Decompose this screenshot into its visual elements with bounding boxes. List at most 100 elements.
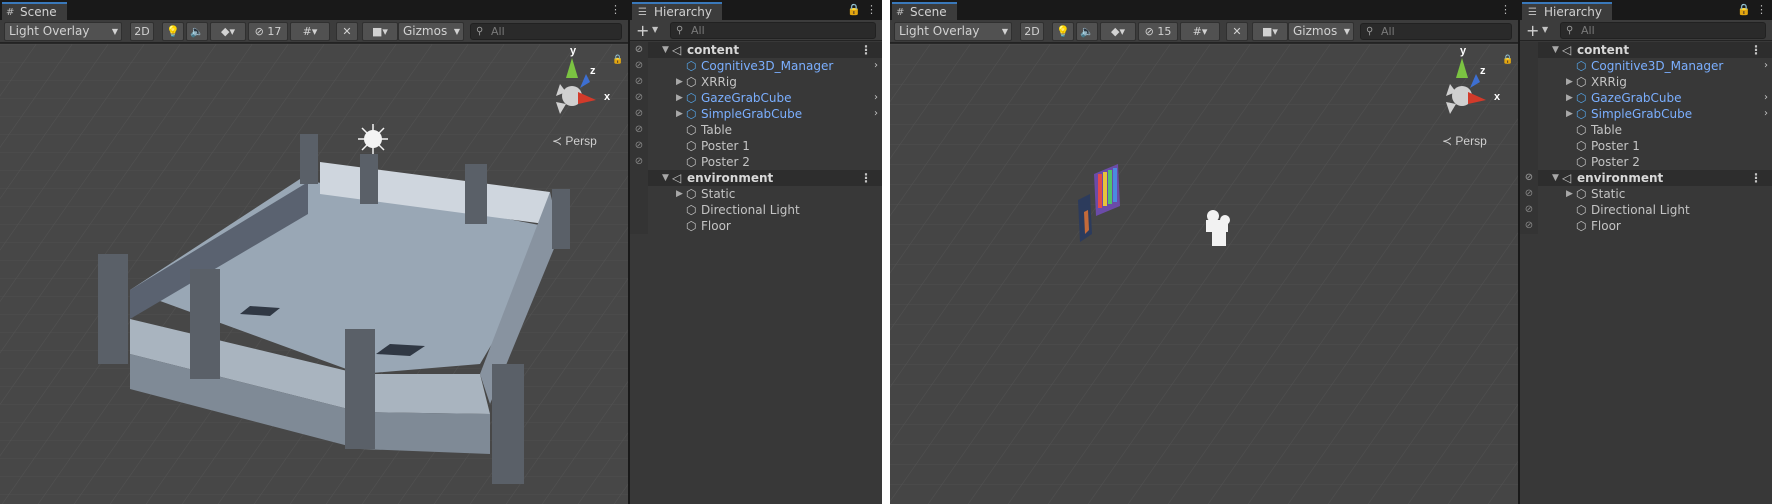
hierarchy-object-row[interactable]: ⊘ ▶ ⬡ Static [1520, 186, 1772, 202]
tab-menu-icon[interactable]: ⋮ [1500, 3, 1511, 16]
fold-expanded-icon[interactable]: ▼ [662, 42, 669, 58]
scene-menu-icon[interactable]: ⋮ [1750, 42, 1762, 58]
scene-menu-icon[interactable]: ⋮ [860, 42, 872, 58]
fold-expanded-icon[interactable]: ▼ [1552, 42, 1559, 58]
eye-slash-icon[interactable]: ⊘ [631, 106, 647, 122]
add-icon[interactable]: + [636, 21, 649, 40]
visibility-gutter[interactable] [1520, 90, 1538, 106]
prefab-open-arrow-icon[interactable]: › [1764, 106, 1768, 122]
chevron-down-icon[interactable]: ▼ [652, 25, 658, 34]
eye-slash-icon[interactable]: ⊘ [631, 42, 647, 58]
camera-dropdown[interactable]: ■▾ [362, 22, 398, 41]
fold-collapsed-icon[interactable]: ▶ [676, 186, 683, 202]
tools-button[interactable]: ✕ [1226, 22, 1248, 41]
2d-toggle-button[interactable]: 2D [130, 22, 154, 41]
scene-menu-icon[interactable]: ⋮ [860, 170, 872, 186]
camera-dropdown[interactable]: ■▾ [1252, 22, 1288, 41]
hierarchy-object-row[interactable]: ⬡ Table [1520, 122, 1772, 138]
eye-slash-icon[interactable]: ⊘ [1521, 170, 1537, 186]
prefab-open-arrow-icon[interactable]: › [1764, 90, 1768, 106]
visibility-gutter[interactable] [1520, 74, 1538, 90]
hidden-objects-toggle[interactable]: ⊘ 17 [248, 22, 288, 41]
eye-slash-icon[interactable]: ⊘ [631, 58, 647, 74]
eye-slash-icon[interactable]: ⊘ [1521, 186, 1537, 202]
gizmos-dropdown[interactable]: Gizmos ▼ [398, 22, 464, 41]
hierarchy-search-input[interactable]: ⚲ All [1560, 22, 1766, 39]
tab-menu-icon[interactable]: ⋮ [866, 3, 877, 16]
fold-collapsed-icon[interactable]: ▶ [1566, 186, 1573, 202]
hierarchy-object-row[interactable]: ⬡ Directional Light [630, 202, 882, 218]
eye-slash-icon[interactable]: ⊘ [1521, 202, 1537, 218]
lighting-toggle-button[interactable]: 💡 [1052, 22, 1074, 41]
visibility-gutter[interactable] [630, 202, 648, 218]
audio-toggle-button[interactable]: 🔈 [1076, 22, 1098, 41]
draw-mode-dropdown[interactable]: Light Overlay ▼ [4, 22, 122, 41]
hierarchy-object-row[interactable]: ▶ ⬡ SimpleGrabCube › [1520, 106, 1772, 122]
lock-icon[interactable]: 🔒 [612, 54, 623, 65]
hierarchy-tab[interactable]: ☰ Hierarchy [632, 2, 723, 20]
hierarchy-scene-row[interactable]: ▼ ◁ content ⋮ [1520, 42, 1772, 58]
fold-collapsed-icon[interactable]: ▶ [1566, 106, 1573, 122]
lock-icon[interactable]: 🔒 [1737, 3, 1751, 16]
scene-viewport[interactable]: y z x 🔒 ≺ Persp [0, 44, 628, 504]
hierarchy-object-row[interactable]: ⊘ ▶ ⬡ XRRig [630, 74, 882, 90]
visibility-gutter[interactable] [1520, 154, 1538, 170]
eye-slash-icon[interactable]: ⊘ [631, 154, 647, 170]
hierarchy-scene-row[interactable]: ⊘ ▼ ◁ content ⋮ [630, 42, 882, 58]
tools-button[interactable]: ✕ [336, 22, 358, 41]
eye-slash-icon[interactable]: ⊘ [631, 74, 647, 90]
scene-viewport[interactable]: y z x 🔒 ≺ Persp [890, 44, 1518, 504]
hierarchy-object-row[interactable]: ⊘ ⬡ Floor [1520, 218, 1772, 234]
prefab-open-arrow-icon[interactable]: › [874, 90, 878, 106]
scene-search-input[interactable]: ⚲ All [1360, 23, 1512, 40]
effects-dropdown[interactable]: ◆▾ [210, 22, 246, 41]
add-icon[interactable]: + [1526, 21, 1539, 40]
persp-label[interactable]: ≺ Persp [552, 134, 597, 148]
hierarchy-object-row[interactable]: ⊘ ⬡ Table [630, 122, 882, 138]
audio-toggle-button[interactable]: 🔈 [186, 22, 208, 41]
eye-slash-icon[interactable]: ⊘ [631, 122, 647, 138]
fold-collapsed-icon[interactable]: ▶ [1566, 74, 1573, 90]
prefab-open-arrow-icon[interactable]: › [874, 58, 878, 74]
fold-collapsed-icon[interactable]: ▶ [1566, 90, 1573, 106]
visibility-gutter[interactable] [630, 186, 648, 202]
hierarchy-object-row[interactable]: ⬡ Poster 1 [1520, 138, 1772, 154]
scene-tab[interactable]: # Scene [892, 2, 957, 20]
visibility-gutter[interactable] [1520, 58, 1538, 74]
prefab-open-arrow-icon[interactable]: › [1764, 58, 1768, 74]
lock-icon[interactable]: 🔒 [1502, 54, 1513, 65]
fold-collapsed-icon[interactable]: ▶ [676, 90, 683, 106]
hierarchy-object-row[interactable]: ⊘ ⬡ Directional Light [1520, 202, 1772, 218]
eye-slash-icon[interactable]: ⊘ [631, 90, 647, 106]
hierarchy-search-input[interactable]: ⚲ All [670, 22, 876, 39]
visibility-gutter[interactable] [630, 170, 648, 186]
visibility-gutter[interactable] [1520, 42, 1538, 58]
fold-expanded-icon[interactable]: ▼ [1552, 170, 1559, 186]
draw-mode-dropdown[interactable]: Light Overlay ▼ [894, 22, 1012, 41]
hierarchy-object-row[interactable]: ⊘ ⬡ Poster 2 [630, 154, 882, 170]
tab-menu-icon[interactable]: ⋮ [1756, 3, 1767, 16]
eye-slash-icon[interactable]: ⊘ [631, 138, 647, 154]
hierarchy-object-row[interactable]: ▶ ⬡ GazeGrabCube › [1520, 90, 1772, 106]
effects-dropdown[interactable]: ◆▾ [1100, 22, 1136, 41]
visibility-gutter[interactable] [1520, 122, 1538, 138]
lock-icon[interactable]: 🔒 [847, 3, 861, 16]
hierarchy-object-row[interactable]: ⊘ ⬡ Cognitive3D_Manager › [630, 58, 882, 74]
gizmos-dropdown[interactable]: Gizmos ▼ [1288, 22, 1354, 41]
scene-menu-icon[interactable]: ⋮ [1750, 170, 1762, 186]
fold-collapsed-icon[interactable]: ▶ [676, 74, 683, 90]
hierarchy-object-row[interactable]: ⬡ Cognitive3D_Manager › [1520, 58, 1772, 74]
hierarchy-object-row[interactable]: ⊘ ▶ ⬡ SimpleGrabCube › [630, 106, 882, 122]
hidden-objects-toggle[interactable]: ⊘ 15 [1138, 22, 1178, 41]
chevron-down-icon[interactable]: ▼ [1542, 25, 1548, 34]
visibility-gutter[interactable] [630, 218, 648, 234]
hierarchy-object-row[interactable]: ⊘ ⬡ Poster 1 [630, 138, 882, 154]
hierarchy-scene-row[interactable]: ▼ ◁ environment ⋮ [630, 170, 882, 186]
tab-menu-icon[interactable]: ⋮ [610, 3, 621, 16]
scene-tab[interactable]: # Scene [2, 2, 67, 20]
visibility-gutter[interactable] [1520, 106, 1538, 122]
fold-collapsed-icon[interactable]: ▶ [676, 106, 683, 122]
visibility-gutter[interactable] [1520, 138, 1538, 154]
grid-snap-dropdown[interactable]: #▾ [290, 22, 330, 41]
hierarchy-object-row[interactable]: ▶ ⬡ XRRig [1520, 74, 1772, 90]
